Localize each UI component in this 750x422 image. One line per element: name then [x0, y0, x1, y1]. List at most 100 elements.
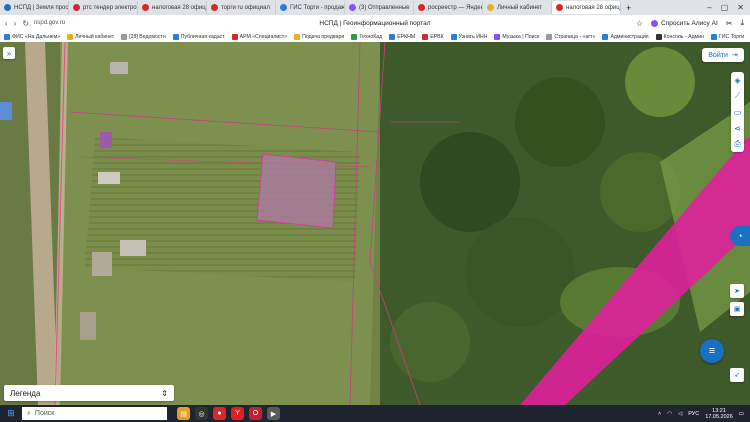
tab-label: ГИС Торги - продаж — [290, 4, 345, 11]
bookmark-star-icon[interactable]: ☆ — [636, 19, 643, 28]
maximize-icon[interactable]: ▢ — [721, 3, 729, 12]
login-label: Войти — [708, 51, 728, 59]
bookmark-item[interactable]: ЕРКНМ — [389, 33, 416, 40]
notifications-icon[interactable]: ▭ — [739, 411, 744, 417]
login-button[interactable]: Войти ⇥ — [702, 48, 744, 62]
expand-panel-button[interactable]: » — [3, 47, 15, 59]
bookmark-item[interactable]: ГИС Торги — [710, 33, 744, 40]
clock[interactable]: 13:21 17.05.2026 — [705, 408, 733, 420]
bookmark-label: Консоль - Админ — [663, 33, 704, 40]
tab-list: НСПД | Земля прос ртс тендер электро налог… — [0, 1, 636, 14]
tab-favicon-icon — [349, 4, 356, 11]
legend-toggle-icon[interactable]: ⇕ — [161, 389, 168, 398]
tray-expand-icon[interactable]: ˄ — [658, 411, 661, 417]
bookmark-favicon-icon — [602, 33, 609, 40]
bookmark-label: Страница - «агт» — [554, 33, 596, 40]
legend-panel[interactable]: Легенда ⇕ — [4, 385, 174, 401]
downloads-icon[interactable]: ⤓ — [740, 18, 744, 28]
location-arrow-icon[interactable]: ➶ — [730, 368, 744, 382]
minimize-icon[interactable]: – — [707, 3, 711, 12]
selected-parcel[interactable] — [256, 153, 337, 229]
bookmark-label: Администрация — [610, 33, 649, 40]
bookmark-item[interactable]: ФИС «На Дальнем» — [4, 33, 60, 40]
browser-tab[interactable]: ГИС Торги - продаж — [276, 1, 345, 14]
bookmark-item[interactable]: ТехноКад — [351, 33, 382, 40]
assistant-tab-button[interactable]: ◔ — [730, 226, 750, 246]
tab-label: налоговая 28 офиц — [152, 4, 206, 11]
measure-icon[interactable]: ⟋ — [731, 88, 744, 104]
reload-icon[interactable]: ↻ — [22, 19, 29, 28]
map-bottom-tools: ➶ — [730, 368, 744, 382]
map-side-tools: ➤ ▣ — [730, 284, 744, 316]
chat-fab-button[interactable]: ≡ — [700, 339, 724, 363]
bookmark-item[interactable]: Подача предвари — [294, 33, 345, 40]
new-tab-icon[interactable]: + — [621, 3, 636, 13]
file-explorer-icon[interactable]: ▤ — [177, 407, 190, 420]
close-icon[interactable]: ✕ — [737, 3, 744, 12]
browser-tab[interactable]: торги ru официал — [207, 1, 276, 14]
bookmark-label: Личный кабинет — [75, 33, 115, 40]
share-icon[interactable]: ⋖ — [731, 120, 744, 136]
map-toolbar: ◈ ⟋ ▭ ⋖ ⎙ — [731, 72, 744, 152]
browser-tab[interactable]: (3) Отправленные — [345, 1, 414, 14]
bookmark-item[interactable]: Музыка | Поиск — [494, 33, 540, 40]
bookmark-item[interactable]: Публичная кадаст — [172, 33, 225, 40]
bookmark-item[interactable]: АРМ «Специалист» — [231, 33, 287, 40]
red-app-icon[interactable]: ● — [213, 407, 226, 420]
tab-favicon-icon — [73, 4, 80, 11]
bookmark-item[interactable]: Консоль - Админ — [655, 33, 704, 40]
bookmark-item[interactable]: Страница - «агт» — [546, 33, 596, 40]
back-icon[interactable]: ‹ — [5, 19, 8, 28]
nav-buttons: ‹ › ↻ — [0, 19, 34, 28]
bookmark-item[interactable]: Администрация — [602, 33, 649, 40]
bookmark-label: Музыка | Поиск — [502, 33, 540, 40]
alice-icon — [651, 19, 659, 27]
tab-label: торги ru официал — [221, 4, 270, 11]
tab-favicon-icon — [418, 4, 425, 11]
bookmark-favicon-icon — [172, 33, 179, 40]
tab-label: налоговая 28 офиц — [566, 4, 620, 11]
chrome-icon[interactable]: ◎ — [195, 407, 208, 420]
browser-tab[interactable]: ртс тендер электро — [69, 1, 138, 14]
bookmark-item[interactable]: [28] Ведомостн — [121, 33, 166, 40]
satellite-map[interactable] — [0, 42, 750, 405]
volume-icon[interactable]: ◁ — [678, 411, 682, 417]
bookmark-item[interactable]: ЕРВК — [422, 33, 444, 40]
assistant-icon: ◔ — [737, 231, 743, 241]
bookmark-favicon-icon — [4, 33, 10, 40]
taskbar-apps: ▤ ◎ ● Y O ▶ — [177, 407, 280, 420]
opera-icon[interactable]: O — [249, 407, 262, 420]
tab-favicon-icon — [4, 4, 11, 11]
bookmark-favicon-icon — [294, 33, 301, 40]
language-indicator[interactable]: РУС — [688, 411, 699, 417]
map-viewport[interactable]: » Войти ⇥ ◈ ⟋ ▭ ⋖ ⎙ ◔ ➤ ▣ ≡ ➶ Легенда ⇕ — [0, 42, 750, 405]
printer-icon[interactable]: ⎙ — [731, 136, 744, 152]
print-icon[interactable]: ▭ — [731, 104, 744, 120]
browser-tab[interactable]: Личный кабинет — [483, 1, 552, 14]
bookmark-label: Подача предвари — [302, 33, 345, 40]
bookmark-label: ЕРКНМ — [397, 33, 416, 40]
address-bar-actions: ☆ Спросить Алису AI ✂ ⤓ — [636, 18, 750, 28]
bookmark-favicon-icon — [494, 33, 501, 40]
browser-tab[interactable]: налоговая 28 офиц — [552, 1, 621, 14]
windows-start-icon[interactable]: ⊞ — [0, 405, 22, 422]
bookmark-label: ГИС Торги — [718, 33, 744, 40]
url-text[interactable]: nspd.gov.ru — [34, 20, 65, 26]
forward-icon[interactable]: › — [14, 19, 17, 28]
media-app-icon[interactable]: ▶ — [267, 407, 280, 420]
network-icon[interactable]: ◠ — [667, 411, 672, 417]
yandex-browser-icon[interactable]: Y — [231, 407, 244, 420]
bookmark-item[interactable]: Личный кабинет — [67, 33, 115, 40]
browser-tab[interactable]: налоговая 28 офиц — [138, 1, 207, 14]
locate-icon[interactable]: ➤ — [730, 284, 744, 298]
layer-switch-icon[interactable]: ▣ — [730, 302, 744, 316]
browser-tab[interactable]: росреестр — Яндекс — [414, 1, 483, 14]
browser-tab[interactable]: НСПД | Земля прос — [0, 1, 69, 14]
alice-button[interactable]: Спросить Алису AI — [651, 19, 718, 27]
taskbar-search[interactable]: ⌕ Поиск — [22, 407, 167, 420]
bookmark-item[interactable]: Узнать ИНН — [450, 33, 487, 40]
extensions-icon[interactable]: ✂ — [726, 19, 733, 28]
tab-favicon-icon — [556, 4, 563, 11]
layers-icon[interactable]: ◈ — [731, 72, 744, 88]
tab-favicon-icon — [211, 4, 218, 11]
